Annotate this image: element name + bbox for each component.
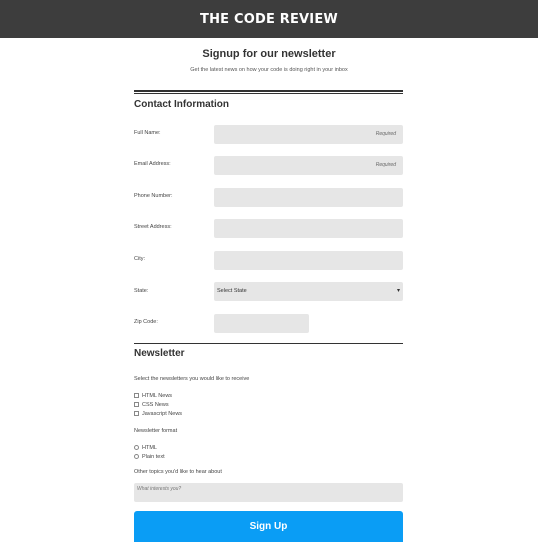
page-subtitle: Get the latest news on how your code is … — [190, 67, 348, 73]
option-label: HTML News — [142, 392, 173, 399]
page-title: Signup for our newsletter — [202, 48, 336, 60]
full-name-label: Full Name: — [134, 130, 161, 136]
newsletter-divider — [134, 343, 403, 344]
radio-button[interactable] — [134, 445, 139, 450]
radio-button[interactable] — [134, 454, 139, 459]
contact-heading: Contact Information — [134, 99, 229, 110]
option-label: Javascript News — [142, 410, 183, 417]
newsletter-prompt: Select the newsletters you would like to… — [134, 376, 250, 382]
newsletter-option[interactable]: HTML News — [134, 392, 172, 399]
checkbox[interactable] — [134, 402, 139, 407]
signup-button[interactable]: Sign Up — [134, 511, 403, 542]
newsletter-option[interactable]: Javascript News — [134, 410, 182, 417]
street-label: Street Address: — [134, 224, 172, 230]
zip-input[interactable] — [214, 314, 309, 333]
state-label: State: — [134, 288, 149, 294]
top-divider — [134, 90, 403, 92]
checkbox[interactable] — [134, 393, 139, 398]
full-name-input[interactable]: Required — [214, 125, 403, 144]
street-input[interactable] — [214, 219, 403, 238]
email-label: Email Address: — [134, 161, 171, 167]
site-title: THE CODE REVIEW — [200, 11, 338, 27]
required-hint: Required — [375, 162, 396, 168]
newsletter-heading: Newsletter — [134, 348, 185, 359]
checkbox[interactable] — [134, 411, 139, 416]
city-label: City: — [134, 256, 145, 262]
dropdown-arrow-icon: ▾ — [396, 288, 400, 294]
option-label: CSS News — [142, 401, 169, 408]
site-header: THE CODE REVIEW — [0, 0, 538, 38]
email-input[interactable]: Required — [214, 156, 403, 175]
state-select-value: Select State — [217, 288, 247, 294]
top-divider-thin — [134, 93, 403, 94]
state-select[interactable]: Select State ▾ — [214, 282, 403, 301]
topics-label: Other topics you'd like to hear about — [134, 469, 222, 475]
phone-input[interactable] — [214, 188, 403, 207]
format-option[interactable]: Plain text — [134, 453, 165, 460]
option-label: HTML — [142, 444, 157, 451]
option-label: Plain text — [142, 453, 165, 460]
format-option[interactable]: HTML — [134, 444, 157, 451]
topics-placeholder: What interests you? — [137, 486, 182, 492]
required-hint: Required — [375, 131, 396, 137]
city-input[interactable] — [214, 251, 403, 270]
format-label: Newsletter format — [134, 428, 178, 434]
topics-textarea[interactable]: What interests you? — [134, 483, 403, 502]
zip-label: Zip Code: — [134, 319, 158, 325]
phone-label: Phone Number: — [134, 193, 173, 199]
newsletter-option[interactable]: CSS News — [134, 401, 169, 408]
